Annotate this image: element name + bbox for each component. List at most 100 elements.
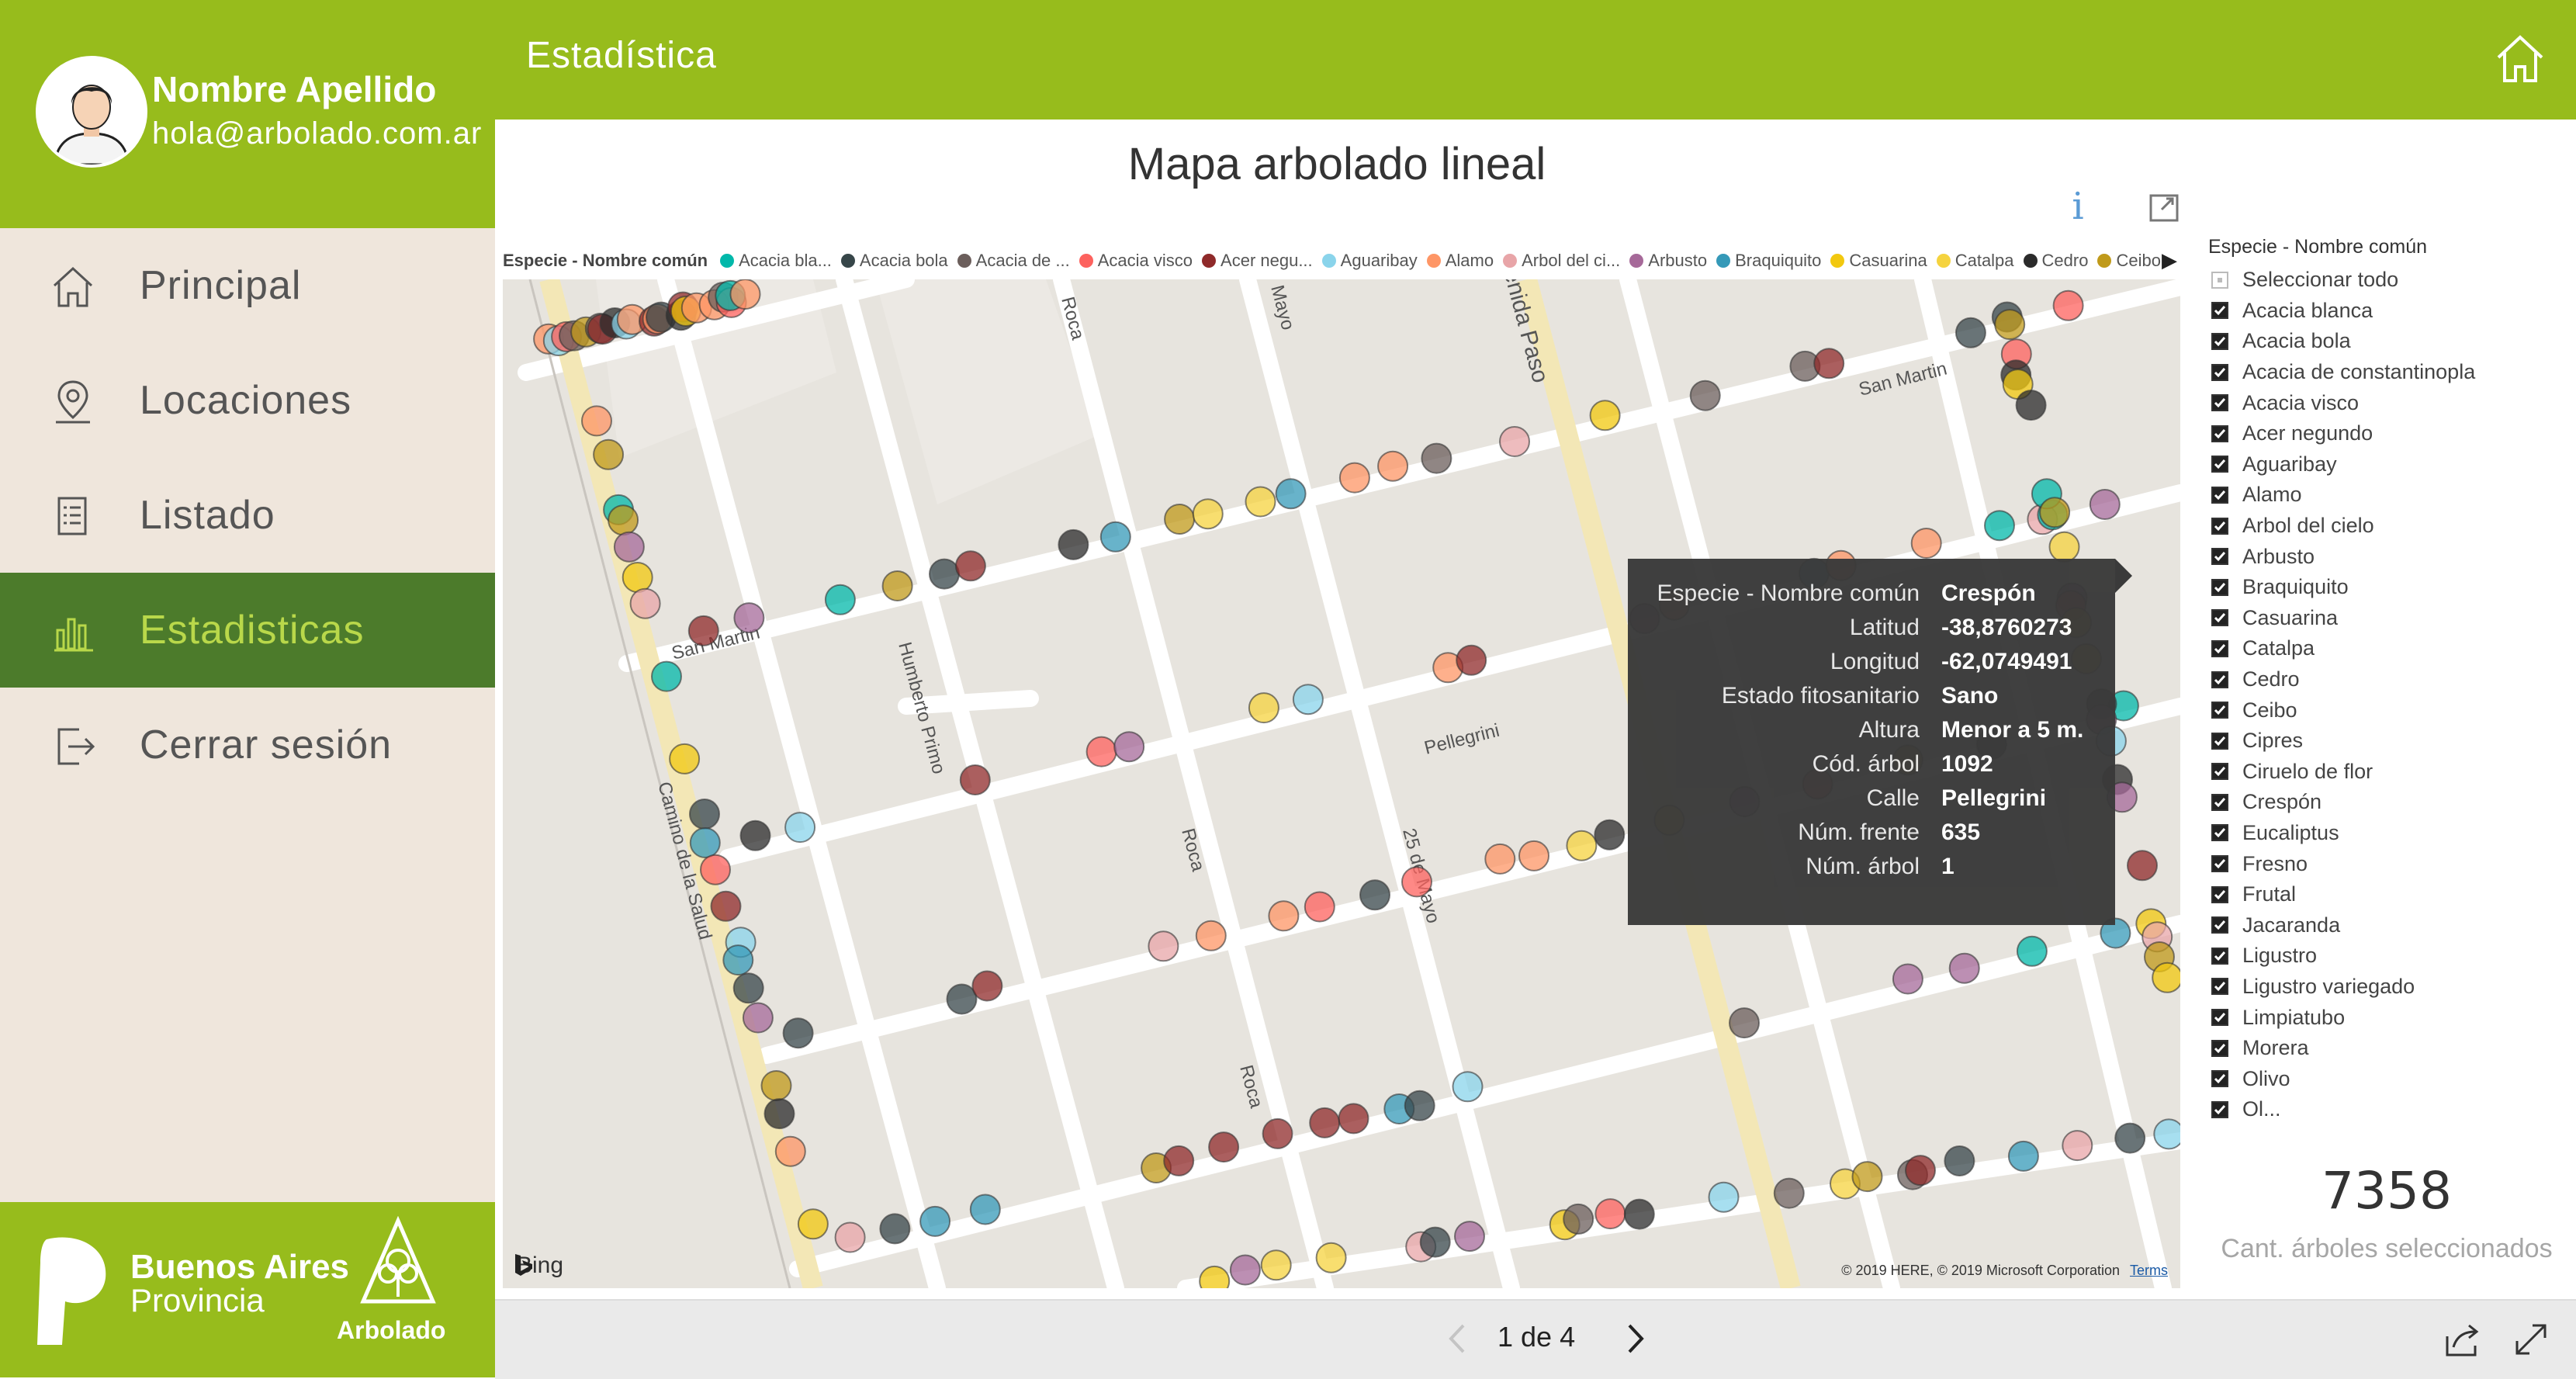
checkbox-icon[interactable] <box>2211 1100 2228 1118</box>
sidebar-item-cerrar-sesion[interactable]: Cerrar sesión <box>0 688 495 802</box>
tree-point[interactable] <box>687 615 719 646</box>
checkbox-icon[interactable] <box>2211 1070 2228 1088</box>
slicer-item[interactable]: Ol... <box>2208 1094 2565 1125</box>
tree-point[interactable] <box>1401 866 1432 898</box>
tree-point[interactable] <box>1773 1177 1805 1209</box>
checkbox-icon[interactable] <box>2211 885 2228 903</box>
slicer-select-all[interactable]: Seleccionar todo <box>2208 265 2565 296</box>
tree-point[interactable] <box>593 438 625 470</box>
slicer-item[interactable]: Limpiatubo <box>2208 1002 2565 1033</box>
slicer-item[interactable]: Acer negundo <box>2208 418 2565 449</box>
tree-point[interactable] <box>782 1017 814 1049</box>
checkbox-icon[interactable] <box>2211 363 2228 381</box>
tree-point[interactable] <box>879 1213 911 1245</box>
tree-point[interactable] <box>1192 498 1224 530</box>
legend-item[interactable]: Acacia bla... <box>720 251 832 271</box>
tree-point[interactable] <box>1892 963 1923 995</box>
slicer-item[interactable]: Crespón <box>2208 787 2565 818</box>
tree-point[interactable] <box>1058 528 1089 560</box>
tree-point[interactable] <box>2052 289 2084 321</box>
legend-item[interactable]: Braquiquito <box>1716 251 1821 271</box>
tree-point[interactable] <box>1984 510 2015 542</box>
checkbox-icon[interactable] <box>2211 978 2228 996</box>
tree-point[interactable] <box>1248 692 1279 724</box>
tree-point[interactable] <box>2153 1118 2180 1150</box>
tree-point[interactable] <box>1955 317 1986 348</box>
tree-point[interactable] <box>2114 1122 2146 1154</box>
tree-point[interactable] <box>1419 1226 1451 1258</box>
tree-point[interactable] <box>1404 1090 1435 1121</box>
slicer-item[interactable]: Cedro <box>2208 664 2565 695</box>
tree-point[interactable] <box>1566 830 1598 861</box>
tree-point[interactable] <box>2007 1140 2039 1172</box>
tree-point[interactable] <box>732 972 764 1004</box>
tree-point[interactable] <box>1315 1242 1347 1273</box>
tree-point[interactable] <box>608 504 639 536</box>
checkbox-icon[interactable] <box>2211 424 2228 442</box>
slicer-item[interactable]: Ligustro variegado <box>2208 972 2565 1003</box>
slicer-item[interactable]: Acacia bola <box>2208 326 2565 357</box>
tree-point[interactable] <box>689 799 720 830</box>
focus-mode-icon[interactable] <box>2146 189 2183 227</box>
tree-point[interactable] <box>722 944 754 976</box>
tree-point[interactable] <box>1377 450 1409 482</box>
checkbox-icon[interactable] <box>2211 763 2228 781</box>
tree-point[interactable] <box>1563 1203 1594 1235</box>
slicer-item[interactable]: Eucaliptus <box>2208 818 2565 849</box>
tree-point[interactable] <box>733 602 765 634</box>
tree-point[interactable] <box>1262 1117 1293 1149</box>
map-terms-link[interactable]: Terms <box>2130 1263 2168 1279</box>
slicer-item[interactable]: Ceibo <box>2208 695 2565 726</box>
tree-point[interactable] <box>739 819 771 851</box>
tree-point[interactable] <box>1275 478 1307 510</box>
checkbox-icon[interactable] <box>2211 702 2228 719</box>
checkbox-icon[interactable] <box>2211 271 2228 289</box>
checkbox-icon[interactable] <box>2211 1009 2228 1027</box>
tree-point[interactable] <box>784 812 816 844</box>
legend-item[interactable]: Arbol del ci... <box>1503 251 1620 271</box>
tree-point[interactable] <box>729 279 761 310</box>
slicer-item[interactable]: Olivo <box>2208 1063 2565 1094</box>
tree-point[interactable] <box>1199 1265 1231 1288</box>
checkbox-icon[interactable] <box>2211 456 2228 473</box>
tree-point[interactable] <box>621 562 653 593</box>
tree-point[interactable] <box>1944 1145 1975 1176</box>
tree-point[interactable] <box>1268 900 1300 932</box>
slicer-item[interactable]: Acacia blanca <box>2208 296 2565 327</box>
tree-point[interactable] <box>1309 1107 1341 1138</box>
tree-point[interactable] <box>959 764 991 795</box>
slicer-item[interactable]: Casuarina <box>2208 603 2565 634</box>
tree-point[interactable] <box>1260 1249 1292 1281</box>
tree-point[interactable] <box>1338 462 1370 494</box>
checkbox-icon[interactable] <box>2211 824 2228 842</box>
tree-point[interactable] <box>1813 348 1845 379</box>
legend-item[interactable]: Arbusto <box>1629 251 1707 271</box>
legend-item[interactable]: Cedro <box>2023 251 2088 271</box>
tree-point[interactable] <box>1729 1007 1760 1039</box>
tree-point[interactable] <box>1208 1131 1240 1163</box>
tree-point[interactable] <box>1338 1103 1369 1135</box>
tree-point[interactable] <box>1245 486 1276 518</box>
slicer-item[interactable]: Aguaribay <box>2208 449 2565 480</box>
legend-item[interactable]: Ceibo <box>2097 251 2161 271</box>
slicer-item[interactable]: Acacia de constantinopla <box>2208 357 2565 388</box>
tree-point[interactable] <box>1518 840 1549 871</box>
tree-point[interactable] <box>2048 531 2080 563</box>
tree-point[interactable] <box>1708 1181 1740 1213</box>
slicer-item[interactable]: Arbol del cielo <box>2208 511 2565 542</box>
tree-point[interactable] <box>710 890 742 922</box>
tree-point[interactable] <box>1148 930 1179 962</box>
sidebar-item-estadisticas[interactable]: Estadisticas <box>0 573 495 688</box>
tree-point[interactable] <box>1623 1198 1655 1230</box>
checkbox-icon[interactable] <box>2211 1039 2228 1057</box>
slicer-item[interactable]: Alamo <box>2208 480 2565 511</box>
slicer-item[interactable]: Fresno <box>2208 848 2565 879</box>
legend-item[interactable]: Aguaribay <box>1321 251 1418 271</box>
tree-point[interactable] <box>760 1070 792 1101</box>
legend-next-icon[interactable]: ▶ <box>2162 248 2177 272</box>
tree-point[interactable] <box>669 743 701 774</box>
tree-point[interactable] <box>742 1002 774 1034</box>
checkbox-icon[interactable] <box>2211 639 2228 657</box>
legend-item[interactable]: Acer negu... <box>1202 251 1313 271</box>
tree-point[interactable] <box>824 584 856 615</box>
